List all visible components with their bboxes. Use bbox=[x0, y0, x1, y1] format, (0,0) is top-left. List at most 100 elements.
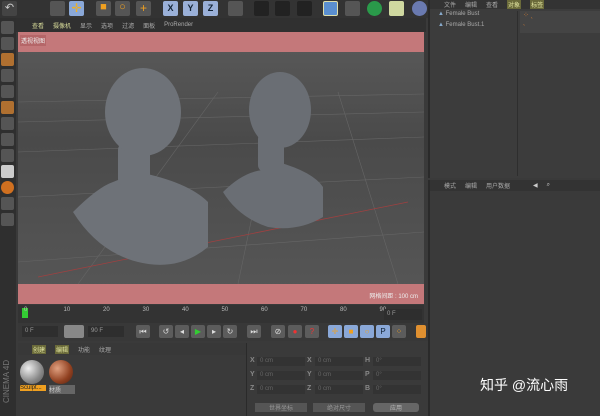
coordinate-field[interactable]: 0 cm bbox=[257, 371, 305, 380]
menu-options[interactable]: 选项 bbox=[101, 21, 113, 30]
coordinate-field[interactable]: 0° bbox=[373, 357, 421, 366]
axis-label: P bbox=[365, 371, 370, 378]
coordinate-system-icon[interactable] bbox=[228, 1, 243, 16]
play-button[interactable]: ▶ bbox=[191, 325, 205, 338]
next-key-button[interactable]: ↻ bbox=[223, 325, 237, 338]
menu-user-data[interactable]: 用户数据 bbox=[486, 181, 510, 190]
menu-create[interactable]: 创建 bbox=[32, 344, 47, 354]
object-row[interactable]: ▲ Female Bust.1 bbox=[430, 22, 517, 33]
pen-icon[interactable] bbox=[345, 1, 360, 16]
range-slider[interactable] bbox=[64, 325, 84, 338]
model-icon[interactable] bbox=[1, 37, 14, 50]
autokey-icon[interactable]: ● bbox=[288, 325, 302, 338]
cube-icon[interactable] bbox=[323, 1, 338, 16]
polygons-icon[interactable] bbox=[1, 101, 14, 114]
prev-frame-button[interactable]: ◂ bbox=[175, 325, 189, 338]
axis-label: Z bbox=[307, 385, 312, 392]
coordinate-mode-select[interactable]: 世界坐标 bbox=[255, 403, 307, 412]
menu-objects[interactable]: 对象 bbox=[507, 0, 522, 9]
render-picture-icon[interactable] bbox=[275, 1, 290, 16]
menu-edit[interactable]: 编辑 bbox=[465, 0, 477, 9]
material-item-2[interactable]: 材质 bbox=[49, 360, 75, 396]
menu-view[interactable]: 查看 bbox=[486, 0, 498, 9]
keyframe-help-icon[interactable]: ? bbox=[305, 325, 319, 338]
axis-icon[interactable] bbox=[1, 117, 14, 130]
lock-icon[interactable] bbox=[1, 197, 14, 210]
mode-icon[interactable] bbox=[1, 21, 14, 34]
grid-icon[interactable] bbox=[1, 213, 14, 226]
go-start-button[interactable]: ⏮ bbox=[136, 325, 150, 338]
go-end-button[interactable]: ⏭ bbox=[247, 325, 261, 338]
coordinate-field[interactable]: 0° bbox=[373, 385, 421, 394]
current-frame-field[interactable]: 0 F bbox=[384, 309, 422, 320]
female-bust-1 bbox=[223, 72, 323, 229]
tags-column[interactable]: ⁘ ˎˎ bbox=[520, 11, 600, 33]
rotate-tool-icon[interactable]: ○ bbox=[115, 1, 130, 16]
key-scale-icon[interactable]: ■ bbox=[344, 325, 358, 338]
menu-edit[interactable]: 编辑 bbox=[465, 181, 477, 190]
x-axis-toggle[interactable]: X bbox=[163, 1, 178, 16]
coordinates-manager: X0 cm X 0 cm H 0° Y 0 cm Y 0 cm P 0° Z 0 cm Z 0 cm B 0° … bbox=[246, 343, 426, 416]
s-icon[interactable] bbox=[1, 165, 14, 178]
key-pla-icon[interactable]: ⁘ bbox=[392, 325, 406, 338]
record-disabled-icon[interactable]: ⊘ bbox=[271, 325, 285, 338]
tweak-icon[interactable] bbox=[1, 133, 14, 146]
array-icon[interactable] bbox=[389, 1, 404, 16]
coordinate-field[interactable]: 0 cm bbox=[257, 385, 305, 394]
next-frame-button[interactable]: ▸ bbox=[207, 325, 221, 338]
subdivision-icon[interactable] bbox=[367, 1, 382, 16]
menu-prorender[interactable]: ProRender bbox=[164, 22, 193, 28]
viewport[interactable]: 透视视图 网格间距 : 100 cm bbox=[18, 32, 424, 304]
size-mode-select[interactable]: 绝对尺寸 bbox=[313, 403, 365, 412]
menu-mode[interactable]: 模式 bbox=[444, 181, 456, 190]
back-arrow-icon[interactable]: ◀ bbox=[533, 182, 538, 189]
object-row[interactable]: ▲ Female Bust bbox=[430, 11, 517, 22]
points-icon[interactable] bbox=[1, 69, 14, 82]
left-toolbar: CINEMA 4D bbox=[0, 18, 16, 416]
magnet-icon[interactable] bbox=[1, 181, 14, 194]
axis-label: X bbox=[307, 357, 312, 364]
z-axis-toggle[interactable]: Z bbox=[203, 1, 218, 16]
move-tool-icon[interactable]: ✛ bbox=[69, 1, 84, 16]
start-frame-field[interactable]: 0 F bbox=[22, 326, 58, 337]
timeline-menu-icon[interactable] bbox=[416, 325, 426, 338]
snap-icon[interactable] bbox=[1, 149, 14, 162]
y-axis-toggle[interactable]: Y bbox=[183, 1, 198, 16]
key-rotation-icon[interactable]: ○ bbox=[360, 325, 374, 338]
timeline[interactable]: 0 10 20 30 40 50 60 70 80 90 0 F bbox=[18, 305, 424, 323]
menu-filter[interactable]: 过滤 bbox=[122, 21, 134, 30]
menu-function[interactable]: 功能 bbox=[78, 345, 90, 354]
search-icon[interactable]: ⌕ bbox=[547, 182, 550, 189]
coordinate-field[interactable]: 0 cm bbox=[315, 357, 363, 366]
key-param-icon[interactable]: P bbox=[376, 325, 390, 338]
coordinate-field[interactable]: 0 cm bbox=[315, 371, 363, 380]
coordinate-field[interactable]: 0 cm bbox=[315, 385, 363, 394]
menu-file[interactable]: 文件 bbox=[444, 0, 456, 9]
apply-button[interactable]: 应用 bbox=[373, 403, 419, 412]
render-settings-icon[interactable] bbox=[297, 1, 312, 16]
menu-tags[interactable]: 标签 bbox=[530, 0, 545, 9]
key-position-icon[interactable]: ✛ bbox=[328, 325, 342, 338]
scene bbox=[18, 68, 424, 285]
coordinate-field[interactable]: 0° bbox=[373, 371, 421, 380]
timeline-tick: 60 bbox=[261, 307, 268, 313]
menu-view[interactable]: 查看 bbox=[32, 21, 44, 30]
prev-key-button[interactable]: ↺ bbox=[159, 325, 173, 338]
deformer-icon[interactable] bbox=[412, 1, 427, 16]
coordinate-field[interactable]: 0 cm bbox=[257, 357, 305, 366]
texture-icon[interactable] bbox=[1, 53, 14, 66]
scale-tool-icon[interactable]: ■ bbox=[96, 1, 111, 16]
material-item-sculpt[interactable]: Sculpt... bbox=[20, 360, 46, 396]
menu-display[interactable]: 显示 bbox=[80, 21, 92, 30]
menu-panel[interactable]: 面板 bbox=[143, 21, 155, 30]
menu-edit[interactable]: 编辑 bbox=[55, 344, 70, 354]
edges-icon[interactable] bbox=[1, 85, 14, 98]
menu-camera[interactable]: 摄像机 bbox=[53, 21, 71, 30]
female-bust bbox=[73, 68, 208, 265]
add-tool-icon[interactable]: + bbox=[136, 1, 151, 16]
select-tool-icon[interactable] bbox=[50, 1, 65, 16]
render-view-icon[interactable] bbox=[254, 1, 269, 16]
end-frame-field[interactable]: 90 F bbox=[88, 326, 124, 337]
undo-icon[interactable]: ↶ bbox=[2, 1, 17, 16]
menu-texture[interactable]: 纹理 bbox=[99, 345, 111, 354]
